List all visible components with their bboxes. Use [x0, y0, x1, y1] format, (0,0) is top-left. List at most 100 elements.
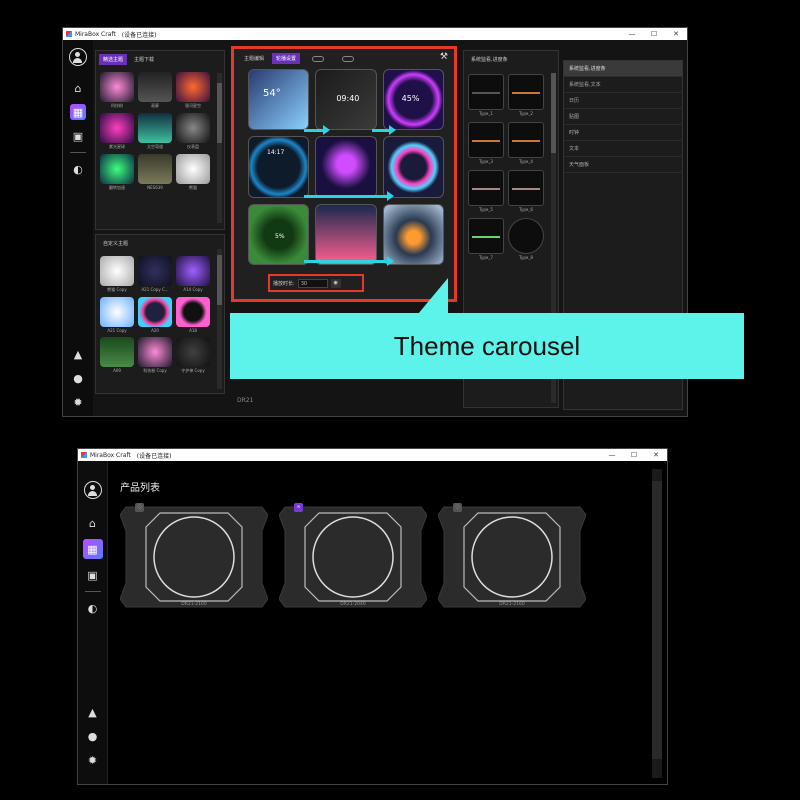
gamepad-icon[interactable]: ◐	[85, 600, 101, 616]
settings-icon[interactable]: ✹	[70, 394, 86, 410]
theme-thumbnail	[176, 113, 210, 143]
theme-item[interactable]: 守护神 Copy	[176, 337, 210, 374]
theme-item[interactable]: A14 Copy	[176, 256, 210, 293]
carousel-tile[interactable]: 45%	[382, 69, 444, 131]
type-caption: Type_3	[479, 159, 493, 164]
theme-thumbnail	[138, 337, 172, 367]
type-item[interactable]: Type_2	[508, 74, 544, 116]
theme-item[interactable]: 画廊	[138, 72, 172, 109]
theme-item[interactable]: A18	[176, 297, 210, 333]
tools-icon[interactable]: ⚒	[440, 52, 448, 62]
maximize-button[interactable]: ☐	[643, 28, 665, 40]
theme-caption: 守护神 Copy	[181, 368, 205, 373]
rail-divider	[70, 152, 86, 153]
profile-icon[interactable]: ●	[85, 728, 101, 744]
carousel-tile[interactable]: 09:40	[315, 69, 377, 131]
type-item[interactable]: Type_6	[508, 170, 544, 212]
settings-icon[interactable]: ✹	[85, 752, 101, 768]
avatar-icon[interactable]	[83, 481, 102, 499]
flow-arrow	[304, 191, 394, 201]
tab-download[interactable]: 主题下载	[130, 54, 158, 65]
type-preview	[508, 218, 544, 254]
learn-icon[interactable]: ▲	[70, 346, 86, 362]
carousel-tile[interactable]	[382, 136, 444, 198]
theme-thumbnail	[176, 72, 210, 102]
theme-caption: 紫光星球	[109, 144, 125, 149]
avatar-icon[interactable]	[69, 48, 87, 66]
theme-item[interactable]: 科技粉 Copy	[138, 337, 172, 374]
list-item[interactable]: 系统监看,文本	[564, 77, 682, 93]
scrollbar[interactable]	[217, 249, 222, 389]
theme-item[interactable]: A21 Copy	[100, 297, 134, 333]
theme-thumbnail	[176, 256, 210, 286]
home-icon[interactable]: ⌂	[85, 515, 101, 531]
product-card[interactable]: ◌ DR21-2160	[119, 501, 269, 613]
list-item[interactable]: 系统监看,进度条	[564, 61, 682, 77]
type-item[interactable]: Type_1	[468, 74, 504, 116]
callout-pointer	[418, 278, 448, 314]
type-preview	[508, 170, 544, 206]
toggle-switch[interactable]	[342, 55, 355, 62]
theme-item[interactable]: 熊猫 Copy	[100, 256, 134, 293]
theme-item[interactable]: 科技粉	[100, 72, 134, 109]
theme-item[interactable]: A21 Copy C...	[138, 256, 172, 293]
carousel-tile[interactable]: 54°	[248, 69, 310, 131]
tile-readout: 45%	[401, 94, 420, 103]
carousel-tile[interactable]: 14:17	[248, 136, 310, 198]
profile-icon[interactable]: ●	[70, 370, 86, 386]
theme-item[interactable]: A09	[100, 337, 134, 374]
connection-status: (设备已连接)	[121, 31, 157, 39]
product-card[interactable]: ∞ DR21-2040	[278, 501, 428, 613]
type-item[interactable]: Type_8	[508, 218, 544, 260]
title-bar: MiraBox Craft (设备已连接) — ☐ ✕	[78, 449, 667, 461]
apps-icon[interactable]: ▦	[82, 539, 103, 559]
theme-item[interactable]: NES639	[138, 154, 172, 191]
carousel-tile[interactable]	[315, 203, 377, 265]
minimize-button[interactable]: —	[621, 28, 643, 40]
type-item[interactable]: Type_3	[468, 122, 504, 164]
type-caption: Type_1	[479, 111, 493, 116]
tab-carousel-settings[interactable]: 轮播设置	[272, 53, 301, 64]
type-item[interactable]: Type_4	[508, 122, 544, 164]
theme-item[interactable]: 翻转加速	[100, 154, 134, 191]
tab-theme-edit[interactable]: 主题编辑	[240, 53, 268, 64]
carousel-tile[interactable]: 5%	[248, 203, 310, 265]
theme-item[interactable]: 太空弯道	[138, 113, 172, 150]
minimize-button[interactable]: —	[601, 449, 623, 461]
list-item[interactable]: 贴图	[564, 109, 682, 125]
list-item[interactable]: 日历	[564, 93, 682, 109]
learn-icon[interactable]: ▲	[85, 704, 101, 720]
type-item[interactable]: Type_7	[468, 218, 504, 260]
close-button[interactable]: ✕	[645, 449, 667, 461]
list-item[interactable]: 天气面板	[564, 157, 682, 173]
theme-item[interactable]: A20	[138, 297, 172, 333]
widgets-icon[interactable]: ▣	[70, 128, 86, 144]
theme-thumbnail	[138, 297, 172, 327]
type-preview	[468, 74, 504, 110]
list-item[interactable]: 文本	[564, 141, 682, 157]
carousel-tile[interactable]	[315, 136, 377, 198]
theme-caption: A20	[151, 328, 159, 333]
theme-item[interactable]: 仪表盘	[176, 113, 210, 150]
tab-featured[interactable]: 精选主题	[99, 54, 128, 65]
theme-item[interactable]: 银河星空	[176, 72, 210, 109]
toggle-switch[interactable]	[312, 55, 325, 62]
apps-icon[interactable]: ▦	[70, 104, 86, 120]
play-duration-input[interactable]: 30	[297, 278, 328, 288]
type-item[interactable]: Type_5	[468, 170, 504, 212]
widgets-icon[interactable]: ▣	[85, 567, 101, 583]
list-item[interactable]: 时钟	[564, 125, 682, 141]
scrollbar[interactable]	[217, 73, 222, 223]
theme-thumbnail	[100, 154, 134, 184]
close-button[interactable]: ✕	[665, 28, 687, 40]
type-caption: Type_8	[519, 255, 533, 260]
gamepad-icon[interactable]: ◐	[70, 161, 86, 177]
theme-item[interactable]: 熊猫	[176, 154, 210, 191]
scrollbar[interactable]	[652, 469, 662, 778]
theme-item[interactable]: 紫光星球	[100, 113, 134, 150]
preview-icon[interactable]: ◉	[330, 278, 341, 288]
app-name: MiraBox Craft	[75, 30, 116, 38]
product-card[interactable]: ◌ DR21-2160	[437, 501, 587, 613]
home-icon[interactable]: ⌂	[70, 80, 86, 96]
maximize-button[interactable]: ☐	[623, 449, 645, 461]
